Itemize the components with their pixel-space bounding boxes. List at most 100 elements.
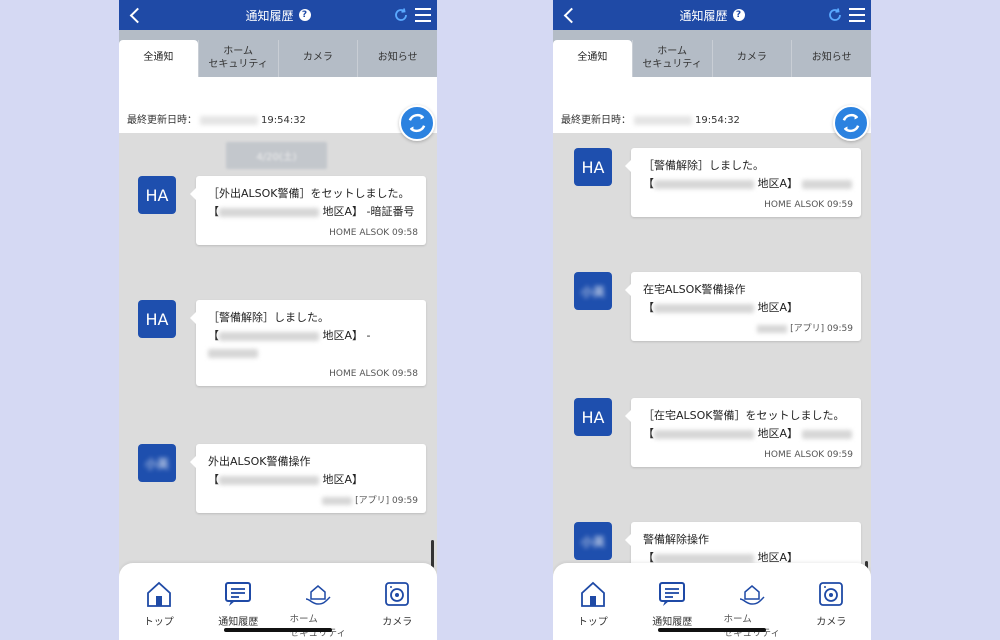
- refresh-button[interactable]: [833, 105, 869, 141]
- redacted-date: [200, 115, 258, 125]
- home-indicator: [224, 628, 332, 632]
- refresh-icon: [408, 113, 426, 133]
- page-title: 通知履歴: [245, 8, 294, 23]
- last-updated-label: 最終更新日時：: [561, 115, 631, 126]
- redacted-text: [654, 303, 754, 313]
- notification-title: 在宅ALSOK警備操作: [643, 283, 746, 296]
- nav-camera[interactable]: カメラ: [792, 563, 872, 640]
- tab-camera[interactable]: カメラ: [711, 40, 792, 77]
- notification-meta: HOME ALSOK 09:58: [329, 228, 418, 238]
- nav-camera[interactable]: カメラ: [358, 563, 438, 640]
- refresh-icon: [842, 113, 860, 133]
- redacted-text: [654, 553, 754, 563]
- redacted-text: [801, 429, 852, 439]
- refresh-icon[interactable]: [827, 7, 843, 23]
- notification-bracket: 【: [208, 205, 219, 218]
- tab-bar: 全通知 ホーム セキュリティ カメラ お知らせ: [119, 30, 437, 77]
- message-icon: [657, 579, 687, 609]
- avatar: 小英: [138, 444, 176, 482]
- date-separator: 4/20(土): [226, 142, 327, 169]
- list-item[interactable]: ［外出ALSOK警備］をセットしました。 【 地区A】 -暗証番号 HOME A…: [190, 176, 426, 245]
- redacted-text: [322, 496, 353, 505]
- redacted-text: [219, 331, 319, 341]
- notification-title: ［警備解除］しました。: [643, 159, 764, 172]
- notification-meta: HOME ALSOK 09:59: [764, 450, 853, 460]
- notification-detail: 地区A】: [754, 177, 799, 190]
- notification-title: ［外出ALSOK警備］をセットしました。: [208, 187, 410, 200]
- redacted-text: [801, 179, 852, 189]
- refresh-button[interactable]: [399, 105, 435, 141]
- help-icon[interactable]: ?: [298, 9, 311, 21]
- camera-icon: [816, 579, 846, 609]
- message-icon: [223, 579, 253, 609]
- tab-bar: 全通知 ホーム セキュリティ カメラ お知らせ: [553, 30, 871, 77]
- app-header: 通知履歴 ?: [119, 0, 437, 30]
- last-updated-time: 19:54:32: [261, 115, 306, 126]
- notification-bracket: 【: [643, 427, 654, 440]
- tab-home-security[interactable]: ホーム セキュリティ: [197, 40, 278, 77]
- avatar: HA: [574, 148, 612, 186]
- home-security-icon: [303, 579, 333, 609]
- camera-icon: [382, 579, 412, 609]
- tab-all[interactable]: 全通知: [553, 40, 632, 77]
- nav-top[interactable]: トップ: [119, 563, 199, 640]
- last-updated-time: 19:54:32: [695, 115, 740, 126]
- notification-title: 外出ALSOK警備操作: [208, 455, 311, 468]
- notification-meta: [アプリ] 09:59: [355, 496, 418, 506]
- notification-title: ［警備解除］しました。: [208, 311, 329, 324]
- notification-bracket: 【: [208, 473, 219, 486]
- last-updated-bar: 最終更新日時： 19:54:32: [119, 77, 437, 141]
- list-item[interactable]: ［在宅ALSOK警備］をセットしました。 【 地区A】 HOME ALSOK 0…: [625, 398, 861, 467]
- list-item[interactable]: ［警備解除］しました。 【 地区A】 - HOME ALSOK 09:58: [190, 300, 426, 386]
- notification-meta: HOME ALSOK 09:58: [329, 369, 418, 379]
- notification-detail: 地区A】: [754, 301, 799, 314]
- house-icon: [578, 579, 608, 609]
- tab-all[interactable]: 全通知: [119, 40, 198, 77]
- avatar: HA: [138, 176, 176, 214]
- last-updated-label: 最終更新日時：: [127, 115, 197, 126]
- avatar: HA: [574, 398, 612, 436]
- page-title: 通知履歴: [679, 8, 728, 23]
- nav-top[interactable]: トップ: [553, 563, 633, 640]
- notification-bracket: 【: [208, 329, 219, 342]
- redacted-text: [757, 324, 788, 333]
- notification-bracket: 【: [643, 301, 654, 314]
- notification-detail: 地区A】: [319, 473, 364, 486]
- back-chevron-icon[interactable]: [561, 5, 577, 25]
- notification-detail: 地区A】: [754, 427, 799, 440]
- list-item[interactable]: 在宅ALSOK警備操作 【 地区A】 [アプリ] 09:59: [625, 272, 861, 341]
- home-security-icon: [737, 579, 767, 609]
- phone-screen-left: 通知履歴 ? 全通知 ホーム セキュリティ カメラ お知らせ 最終更新日時： 19…: [119, 0, 437, 640]
- redacted-text: [219, 475, 319, 485]
- tab-camera[interactable]: カメラ: [277, 40, 358, 77]
- redacted-text: [208, 348, 258, 358]
- back-chevron-icon[interactable]: [127, 5, 143, 25]
- redacted-date: [634, 115, 692, 125]
- refresh-icon[interactable]: [393, 7, 409, 23]
- tab-home-security[interactable]: ホーム セキュリティ: [631, 40, 712, 77]
- help-icon[interactable]: ?: [732, 9, 745, 21]
- avatar: HA: [138, 300, 176, 338]
- redacted-text: [654, 179, 754, 189]
- hamburger-menu-icon[interactable]: [849, 8, 865, 22]
- list-item[interactable]: 外出ALSOK警備操作 【 地区A】 [アプリ] 09:59: [190, 444, 426, 513]
- avatar: 小英: [574, 522, 612, 560]
- notification-title: 警備解除操作: [643, 533, 709, 546]
- redacted-text: [219, 207, 319, 217]
- notification-detail: 地区A】 -暗証番号: [319, 205, 415, 218]
- home-indicator: [658, 628, 766, 632]
- redacted-text: [654, 429, 754, 439]
- tab-news[interactable]: お知らせ: [357, 40, 437, 77]
- notification-bracket: 【: [643, 177, 654, 190]
- notification-title: ［在宅ALSOK警備］をセットしました。: [643, 409, 845, 422]
- hamburger-menu-icon[interactable]: [415, 8, 431, 22]
- notification-meta: HOME ALSOK 09:59: [764, 200, 853, 210]
- notification-meta: [アプリ] 09:59: [790, 324, 853, 334]
- avatar: 小英: [574, 272, 612, 310]
- list-item[interactable]: ［警備解除］しました。 【 地区A】 HOME ALSOK 09:59: [625, 148, 861, 217]
- phone-screen-right: 通知履歴 ? 全通知 ホーム セキュリティ カメラ お知らせ 最終更新日時： 19…: [553, 0, 871, 640]
- app-header: 通知履歴 ?: [553, 0, 871, 30]
- notification-detail: 地区A】 -: [319, 329, 371, 342]
- last-updated-bar: 最終更新日時： 19:54:32: [553, 77, 871, 141]
- tab-news[interactable]: お知らせ: [791, 40, 871, 77]
